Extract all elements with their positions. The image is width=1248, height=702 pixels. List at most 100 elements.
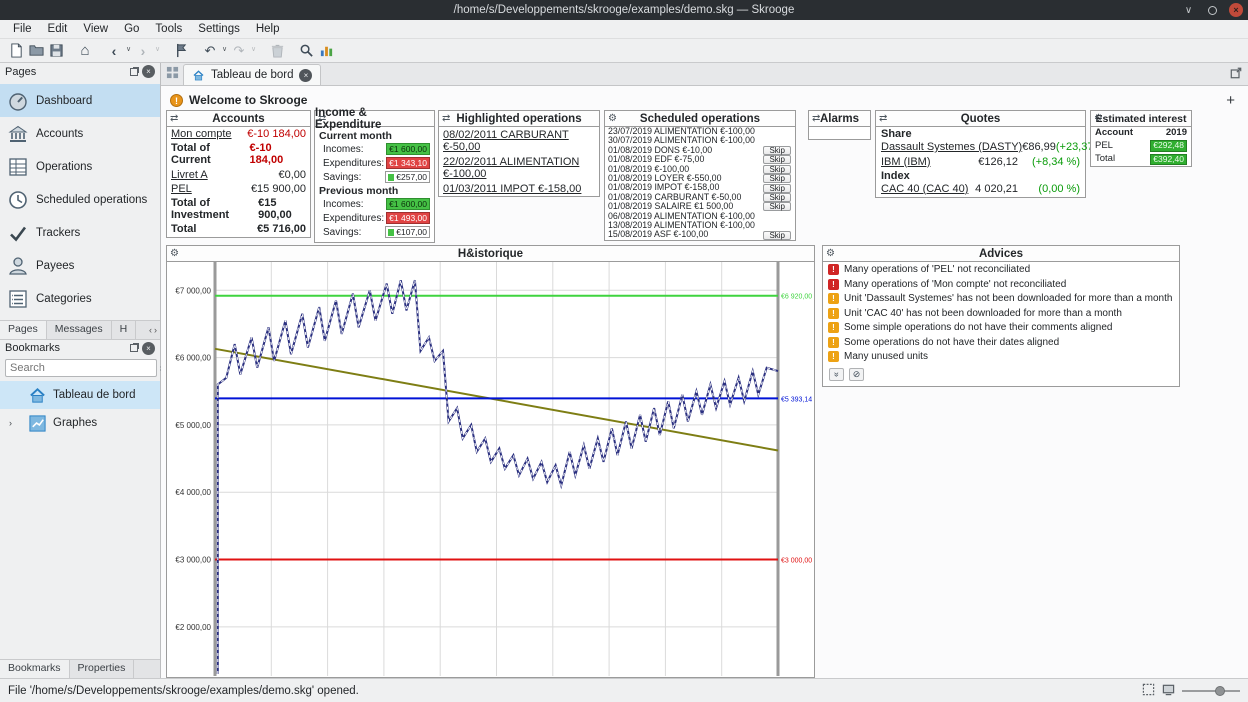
widget-menu-icon[interactable]: ⇄ [318,111,326,127]
operation-link[interactable]: 08/02/2011 CARBURANT €-50,00 [443,129,569,153]
float-dock-icon[interactable] [130,68,138,76]
search-button[interactable] [296,40,316,62]
account-link[interactable]: Mon compte [171,128,232,140]
sidebar-item-scheduled-operations[interactable]: Scheduled operations [0,183,160,216]
scroll-left-icon[interactable]: ‹ [149,325,152,335]
widget-menu-icon[interactable]: ⇄ [812,111,820,127]
widget-menu-icon[interactable]: ⇄ [879,111,887,127]
add-widget-button[interactable]: + [1226,92,1235,109]
menu-edit[interactable]: Edit [40,22,76,36]
alarms-widget: ⇄Alarms [808,110,871,140]
float-dock-icon[interactable] [130,344,138,352]
zoom-fit-icon[interactable] [1142,683,1155,699]
undo-button[interactable]: ↶ [200,40,220,62]
sidebar-item-trackers[interactable]: Trackers [0,216,160,249]
skip-button[interactable]: Skip [763,193,791,202]
configure-icon[interactable]: ⚙ [608,111,617,127]
tab-tableau-de-bord[interactable]: Tableau de bord × [183,64,321,85]
zoom-slider-handle[interactable] [1215,686,1225,696]
maximize-button[interactable] [1205,3,1220,18]
scroll-right-icon[interactable]: › [154,325,157,335]
tab-pages[interactable]: Pages [0,321,47,339]
advice-item[interactable]: !Many operations of 'PEL' not reconcilia… [823,262,1179,277]
menu-settings[interactable]: Settings [190,22,248,36]
new-file-button[interactable] [6,40,26,62]
advice-item[interactable]: !Unit 'CAC 40' has not been downloaded f… [823,306,1179,321]
report-button[interactable] [316,40,336,62]
unit-link[interactable]: IBM (IBM) [881,156,931,169]
skip-button[interactable]: Skip [763,184,791,193]
close-dock-icon[interactable]: × [142,65,155,78]
window-titlebar[interactable]: /home/s/Developpements/skrooge/examples/… [0,0,1248,20]
advice-item[interactable]: !Many unused units [823,349,1179,364]
sidebar-item-dashboard[interactable]: Dashboard [0,84,160,117]
dismiss-advice-icon[interactable]: ⊘ [849,368,864,381]
menu-tools[interactable]: Tools [147,22,190,36]
menu-view[interactable]: View [75,22,116,36]
advice-item[interactable]: !Some operations do not have their dates… [823,335,1179,350]
forward-button[interactable]: › [133,40,153,62]
bookmark-item-dashboard[interactable]: Tableau de bord [0,381,160,409]
menu-help[interactable]: Help [248,22,288,36]
forward-history-dropdown[interactable]: ∨ [153,40,162,62]
advice-item[interactable]: !Many operations of 'Mon compte' not rec… [823,277,1179,292]
bookmark-search-input[interactable] [5,359,157,377]
skip-button[interactable]: Skip [763,174,791,183]
menu-go[interactable]: Go [116,22,147,36]
skip-button[interactable]: Skip [763,155,791,164]
unit-link[interactable]: Dassault Systemes (DASTY) [881,141,1022,154]
skip-button[interactable]: Skip [763,165,791,174]
skip-button[interactable]: Skip [763,146,791,155]
back-button[interactable]: ‹ [104,40,124,62]
save-button[interactable] [46,40,66,62]
widget-menu-icon[interactable]: ⇄ [442,111,450,127]
account-link[interactable]: PEL [171,183,192,195]
tab-history[interactable]: H [112,321,137,339]
widget-title: Alarms [820,113,859,125]
delete-button[interactable] [267,40,287,62]
configure-icon[interactable]: ⚙ [826,246,835,262]
open-file-button[interactable] [26,40,46,62]
split-view-icon[interactable] [166,66,179,82]
ledger-icon [7,156,29,178]
tab-close-icon[interactable]: × [299,69,312,82]
sidebar-item-payees[interactable]: Payees [0,249,160,282]
expander-icon[interactable]: › [9,418,12,428]
minimize-icon[interactable]: ∨ [1181,3,1196,18]
incomes-chip: €1 600,00 [386,143,430,155]
sidebar-item-accounts[interactable]: Accounts [0,117,160,150]
skip-button[interactable]: Skip [763,231,791,240]
advice-item[interactable]: !Some simple operations do not have thei… [823,320,1179,335]
undo-dropdown[interactable]: ∨ [220,40,229,62]
redo-button[interactable]: ↷ [229,40,249,62]
tab-messages[interactable]: Messages [47,321,112,339]
home-icon: ⌂ [80,43,89,58]
detach-tab-icon[interactable] [1230,67,1248,82]
sidebar-item-categories[interactable]: Categories [0,282,160,315]
sidebar-item-operations[interactable]: Operations [0,150,160,183]
widget-menu-icon[interactable]: ⇄ [170,111,178,127]
bookmark-button[interactable] [171,40,191,62]
unit-link[interactable]: CAC 40 (CAC 40) [881,183,968,196]
pages-dock-tabs: Pages Messages H ‹ › [0,320,160,339]
menu-file[interactable]: File [5,22,40,36]
close-dock-icon[interactable]: × [142,342,155,355]
close-button[interactable]: × [1229,3,1243,17]
zoom-slider[interactable] [1182,684,1240,698]
bookmark-item-graphes[interactable]: › Graphes [0,409,160,437]
zoom-original-icon[interactable] [1162,683,1175,699]
configure-icon[interactable]: ⚙ [1094,111,1103,127]
advice-item[interactable]: !Unit 'Dassault Systemes' has not been d… [823,291,1179,306]
expand-all-advices-icon[interactable]: » [829,368,844,381]
operation-link[interactable]: 22/02/2011 ALIMENTATION €-100,00 [443,156,579,180]
operation-link[interactable]: 01/03/2011 IMPOT €-158,00 [443,183,581,195]
configure-icon[interactable]: ⚙ [170,246,179,262]
back-history-dropdown[interactable]: ∨ [124,40,133,62]
tab-properties[interactable]: Properties [70,660,135,678]
skip-button[interactable]: Skip [763,202,791,211]
account-link[interactable]: Livret A [171,169,208,181]
redo-dropdown[interactable]: ∨ [249,40,258,62]
home-button[interactable]: ⌂ [75,40,95,62]
chevron-down-icon: ∨ [251,45,256,53]
tab-bookmarks[interactable]: Bookmarks [0,660,70,678]
